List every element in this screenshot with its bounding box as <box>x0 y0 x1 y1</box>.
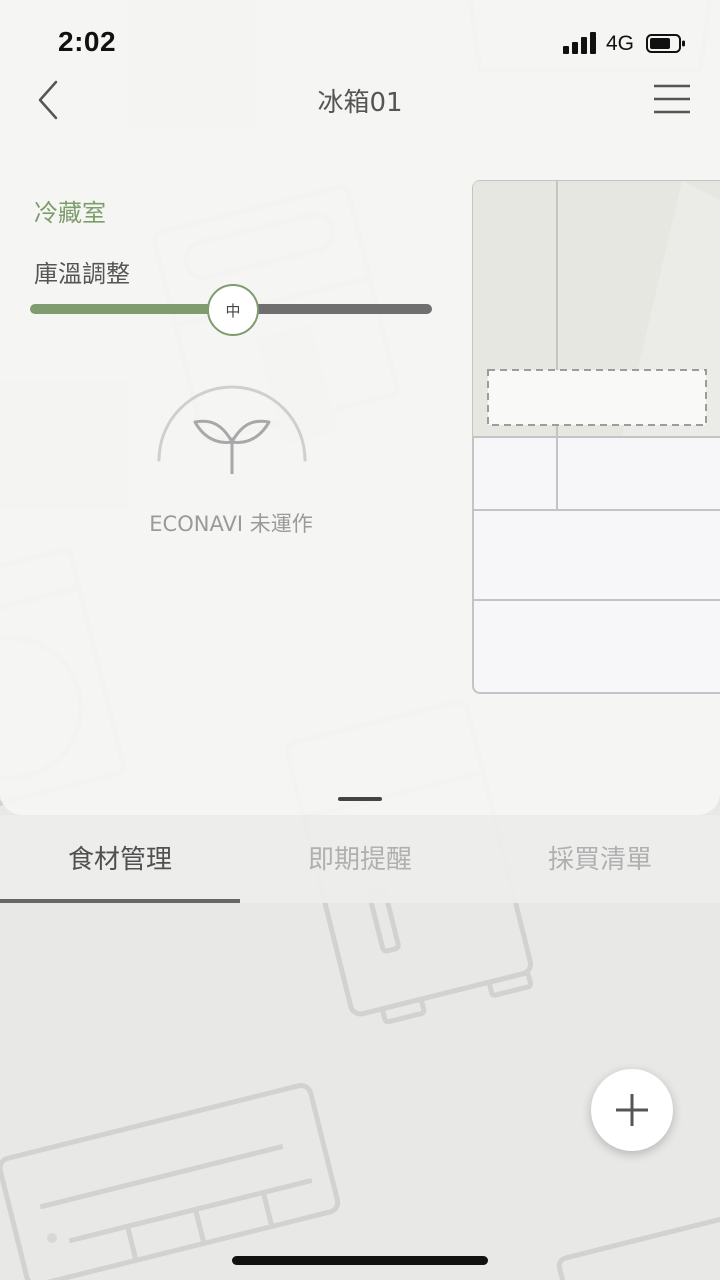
menu-button[interactable] <box>650 80 694 118</box>
plus-icon <box>616 1094 648 1126</box>
tab-bar: 食材管理 即期提醒 採買清單 <box>0 815 720 903</box>
cellular-signal-icon <box>563 32 599 54</box>
battery-icon <box>646 34 685 53</box>
hamburger-menu-icon <box>654 84 690 114</box>
page-title: 冰箱01 <box>317 88 403 118</box>
econavi-status: ECONAVI 未運作 <box>149 512 313 536</box>
compartment-label: 冷藏室 <box>34 199 106 227</box>
econavi-sprout-icon <box>157 385 307 474</box>
crisper-drawer <box>487 369 707 426</box>
network-type: 4G <box>606 32 635 55</box>
active-tab-indicator <box>0 899 240 903</box>
home-indicator[interactable] <box>232 1256 488 1265</box>
add-button[interactable] <box>591 1069 673 1151</box>
panel-drag-handle[interactable] <box>338 797 382 801</box>
status-bar: 2:02 4G <box>0 0 720 64</box>
tab-food-management[interactable]: 食材管理 <box>0 815 240 903</box>
tab-expiry-reminder[interactable]: 即期提醒 <box>240 815 480 903</box>
slider-track-fill <box>30 304 235 314</box>
slider-track <box>230 304 432 314</box>
tab-shopping-list[interactable]: 採買清單 <box>480 815 720 903</box>
status-time: 2:02 <box>58 26 117 57</box>
fridge-compartment-diagram[interactable] <box>472 180 720 694</box>
slider-thumb[interactable]: 中 <box>207 284 259 336</box>
navigation-bar: 冰箱01 <box>0 64 720 136</box>
temperature-slider[interactable]: 中 <box>30 282 434 336</box>
